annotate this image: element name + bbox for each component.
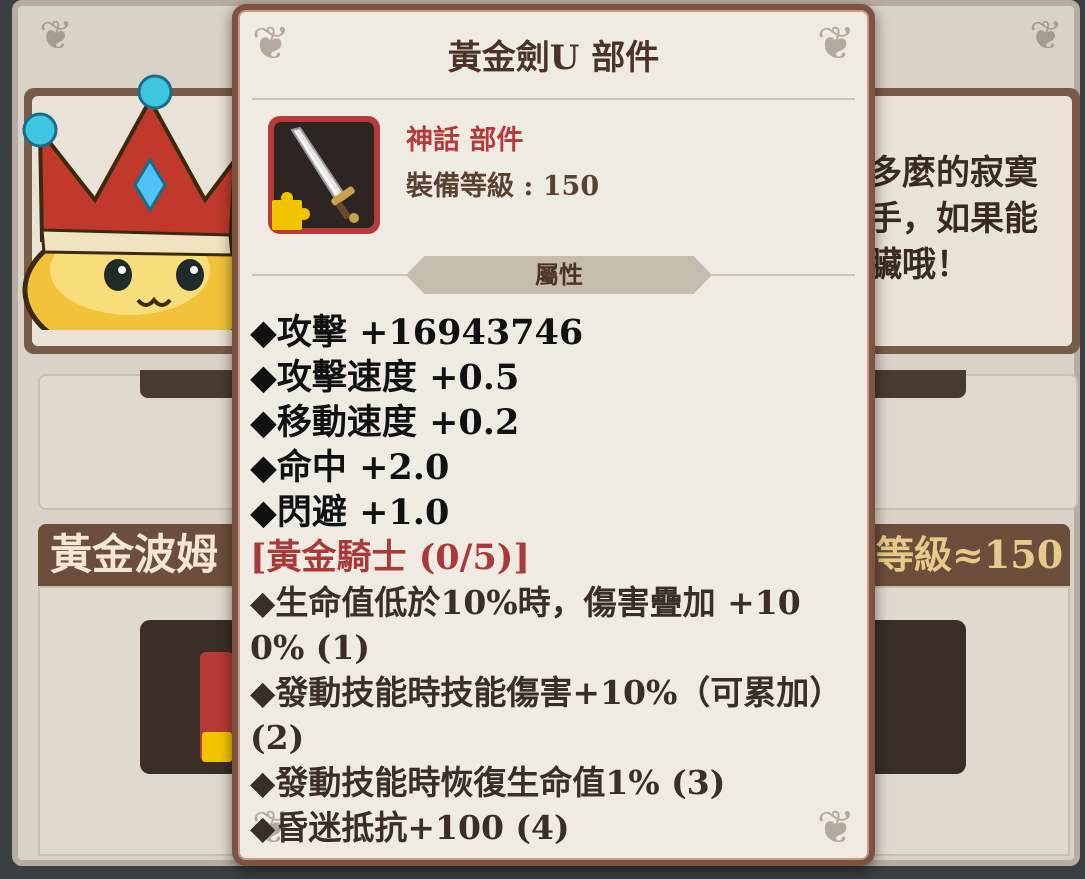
puzzle-piece-icon	[202, 732, 232, 762]
item-tooltip: ❦ ❦ ❦ ❦ 黃金劍U 部件 神話 部件 裝備等級 : 150 屬性 ◆攻擊 …	[232, 4, 875, 866]
npc-dialog-text: 多麼的寂寞 手，如果能 臟哦！	[868, 153, 1038, 285]
equip-level: 裝備等級 : 150	[406, 171, 600, 202]
monster-level-label: 等級≈150	[876, 532, 1064, 577]
golden-poring-mascot	[22, 74, 240, 330]
attributes-label: 屬性	[406, 256, 712, 294]
set-bonus-line: ◆生命值低於10%時，傷害疊加 +100% (1)	[250, 583, 801, 667]
set-bonus-line: ◆昏迷抵抗+100 (4)	[250, 808, 570, 847]
item-rarity: 神話 部件	[406, 125, 524, 156]
set-bonus-line: ◆發動技能時技能傷害+10%（可累加）(2)	[250, 673, 843, 757]
stat-line: ◆命中 +2.0	[250, 447, 450, 488]
puzzle-piece-icon	[272, 192, 310, 230]
monster-section-title: 黃金波姆	[50, 530, 219, 579]
item-title: 黃金劍U 部件	[447, 38, 660, 78]
stat-line: ◆攻擊 +16943746	[250, 312, 584, 353]
corner-ornament-icon: ❦	[39, 13, 73, 59]
divider	[252, 98, 855, 100]
tooltip-parchment: ❦ ❦ ❦ ❦ 黃金劍U 部件 神話 部件 裝備等級 : 150 屬性 ◆攻擊 …	[238, 10, 869, 860]
attributes-header: 屬性	[406, 256, 712, 294]
stat-line: ◆攻擊速度 +0.5	[250, 357, 520, 398]
stat-line: ◆閃避 +1.0	[250, 492, 450, 533]
item-icon-frame	[268, 116, 380, 234]
set-name: [黃金騎士 (0/5)]	[250, 537, 530, 578]
set-bonus-line: ◆發動技能時恢復生命值1% (3)	[250, 763, 726, 802]
corner-ornament-icon: ❦	[1029, 13, 1063, 59]
stat-line: ◆移動速度 +0.2	[250, 402, 520, 443]
stats-list: ◆攻擊 +16943746 ◆攻擊速度 +0.5 ◆移動速度 +0.2 ◆命中 …	[250, 310, 850, 850]
